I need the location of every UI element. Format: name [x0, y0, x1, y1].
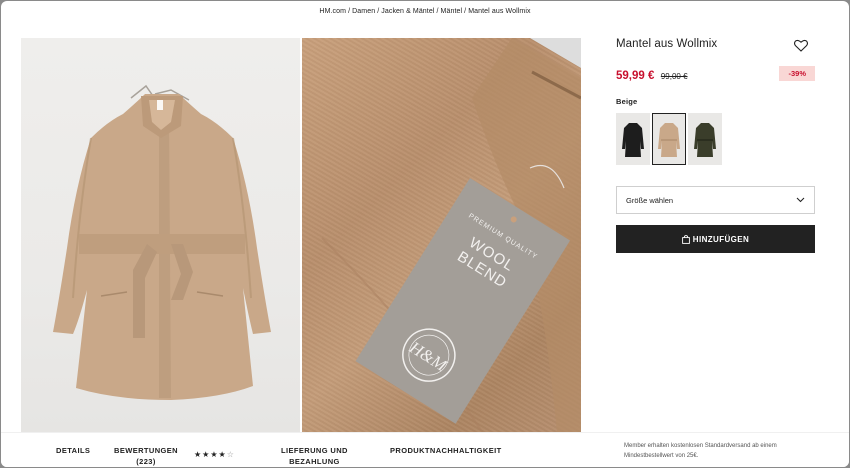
- coat-image: [53, 84, 271, 400]
- breadcrumb-item-current: Mantel aus Wollmix: [468, 8, 531, 15]
- tab-delivery-line1: LIEFERUNG UND: [281, 446, 348, 455]
- add-to-cart-button[interactable]: HINZUFÜGEN: [616, 225, 815, 253]
- color-label: Beige: [616, 97, 638, 106]
- star-icon: ★: [194, 450, 202, 459]
- swatch-dark-green[interactable]: [688, 113, 722, 165]
- black-coat-thumbnail: [622, 123, 644, 157]
- star-icon: ★: [210, 450, 218, 459]
- star-icon: ★: [218, 450, 226, 459]
- size-select[interactable]: Größe wählen: [616, 186, 815, 214]
- beige-coat-thumbnail: [658, 123, 680, 157]
- tab-sustainability[interactable]: PRODUKTNACHHALTIGKEIT: [390, 445, 502, 456]
- swatch-beige[interactable]: [652, 113, 686, 165]
- heart-icon[interactable]: [794, 39, 808, 52]
- breadcrumb: HM.com / Damen / Jacken & Mäntel / Mäntel / Mant…: [319, 8, 531, 15]
- breadcrumb-item-damen[interactable]: Damen: [352, 8, 375, 15]
- breadcrumb-item-jacken[interactable]: Jacken & Mäntel: [381, 8, 434, 15]
- product-tabs-bar: DETAILS BEWERTUNGEN (223) ★ ★ ★ ★ ☆ LIEF…: [1, 432, 849, 467]
- star-icon: ★: [202, 450, 210, 459]
- tag-closeup-image: PREMIUM QUALITY WOOL BLEND H&M: [321, 38, 581, 432]
- green-coat-thumbnail: [694, 123, 716, 157]
- tab-delivery-line2: BEZAHLUNG: [289, 457, 340, 466]
- product-image-main[interactable]: [21, 38, 300, 432]
- price-row: 59,99 € 99,00 € -39%: [616, 66, 815, 82]
- original-price: 99,00 €: [660, 72, 688, 81]
- swatch-black[interactable]: [616, 113, 650, 165]
- breadcrumb-item-hm[interactable]: HM.com: [319, 8, 346, 15]
- product-title: Mantel aus Wollmix: [616, 38, 718, 50]
- product-image-detail[interactable]: PREMIUM QUALITY WOOL BLEND H&M: [302, 38, 581, 432]
- tab-reviews[interactable]: BEWERTUNGEN (223): [114, 445, 178, 467]
- tab-delivery[interactable]: LIEFERUNG UND BEZAHLUNG: [281, 445, 348, 467]
- size-select-label: Größe wählen: [626, 195, 674, 205]
- color-swatches: [616, 113, 815, 165]
- chevron-down-icon: [796, 197, 805, 203]
- add-to-cart-label: HINZUFÜGEN: [692, 234, 750, 244]
- shopping-bag-icon: [681, 234, 690, 244]
- product-info-panel: Mantel aus Wollmix 59,99 € 99,00 € -39% …: [616, 38, 815, 253]
- tab-reviews-label: BEWERTUNGEN: [114, 446, 178, 455]
- star-empty-icon: ☆: [226, 450, 234, 459]
- tab-details[interactable]: DETAILS: [56, 445, 90, 456]
- rating-stars: ★ ★ ★ ★ ☆: [194, 450, 234, 459]
- sale-price: 59,99 €: [616, 70, 655, 82]
- tab-reviews-count: (223): [136, 457, 156, 466]
- page-frame: HM.com / Damen / Jacken & Mäntel / Mäntel / Mant…: [1, 1, 849, 467]
- discount-badge: -39%: [779, 66, 815, 81]
- breadcrumb-item-maentel[interactable]: Mäntel: [441, 8, 463, 15]
- member-shipping-note: Member erhalten kostenlosen Standardvers…: [624, 443, 777, 459]
